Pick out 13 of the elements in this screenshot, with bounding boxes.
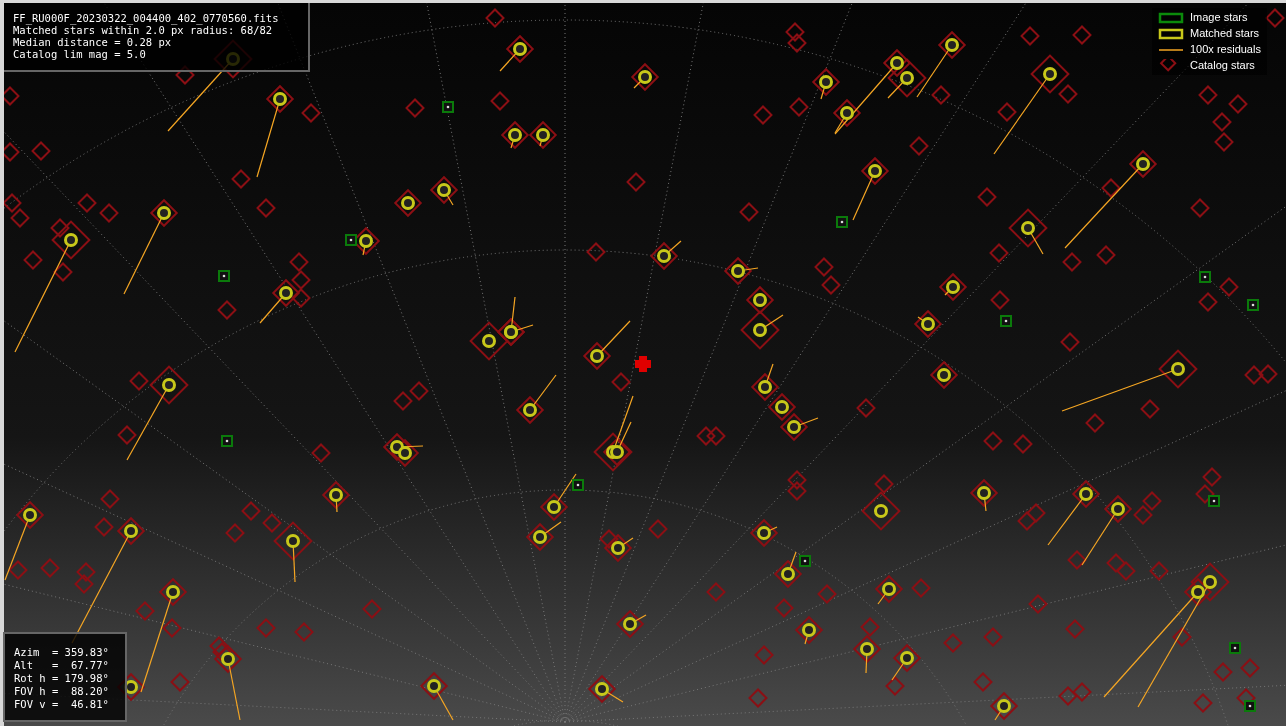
pointing-text-line: FOV v = 46.81° <box>14 698 110 711</box>
legend-label: 100x residuals <box>1190 42 1261 58</box>
info-text-line: Catalog lim mag = 5.0 <box>13 48 147 60</box>
info-text-line: Matched stars within 2.0 px radius: 68/82 <box>13 24 273 36</box>
pointing-text-line: Alt = 67.77° <box>14 659 110 672</box>
legend-label: Matched stars <box>1190 26 1260 42</box>
info-text-line: FF_RU000F_20230322_004400_402_0770560.fits <box>13 12 280 24</box>
info-text-line: Median distance = 0.28 px <box>13 36 173 48</box>
pointing-text-line: Azim = 359.83° <box>14 646 110 659</box>
legend-label: Catalog stars <box>1190 58 1255 74</box>
legend-label: Image stars <box>1190 10 1248 26</box>
pointing-text-line: FOV h = 88.20° <box>14 685 110 698</box>
pointing-text-line: Rot h = 179.98° <box>14 672 110 685</box>
